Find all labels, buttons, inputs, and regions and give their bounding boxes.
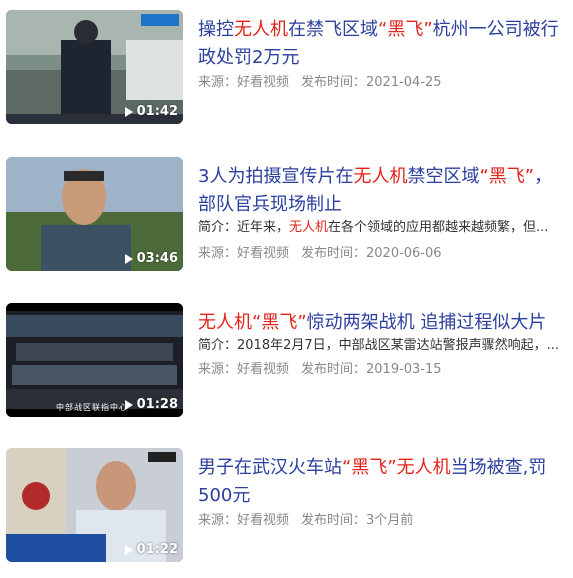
publish-time: 发布时间：2020-06-06 (301, 246, 442, 261)
publish-time: 发布时间：2019-03-15 (301, 362, 442, 377)
source-text: 来源：好看视频 (198, 513, 290, 528)
video-description: 简介：近年来，无人机在各个领域的应用都越来越频繁，但... (198, 220, 549, 235)
publish-time: 发布时间：2021-04-25 (301, 75, 442, 90)
play-icon (124, 106, 133, 117)
duration-badge: 01:28 (124, 397, 178, 412)
play-icon (124, 399, 133, 410)
video-thumbnail[interactable]: 中部战区联指中心 01:28 (6, 303, 183, 417)
source-text: 来源：好看视频 (198, 75, 290, 90)
duration-text: 03:46 (136, 251, 178, 266)
video-title[interactable]: 操控无人机在禁飞区域“黑飞”杭州一公司被行政处罚2万元 (198, 16, 568, 72)
video-result-item[interactable]: 01:22 男子在武汉火车站“黑飞”无人机当场被查,罚500元 来源：好看视频发… (0, 448, 573, 578)
video-meta: 来源：好看视频 发布时间：3个月前 (198, 512, 568, 530)
video-title[interactable]: 男子在武汉火车站“黑飞”无人机当场被查,罚500元 (198, 454, 568, 510)
duration-text: 01:22 (136, 542, 178, 557)
video-description: 简介：2018年2月7日，中部战区某雷达站警报声骤然响起，... (198, 338, 560, 353)
source-text: 来源：好看视频 (198, 246, 290, 261)
video-result-item[interactable]: 01:42 操控无人机在禁飞区域“黑飞”杭州一公司被行政处罚2万元 来源：好看视… (0, 10, 573, 140)
video-result-item[interactable]: 中部战区联指中心 01:28 无人机“黑飞”惊动两架战机 追捕过程似大片 简介：… (0, 303, 573, 433)
source-text: 来源：好看视频 (198, 362, 290, 377)
video-title[interactable]: 无人机“黑飞”惊动两架战机 追捕过程似大片 (198, 309, 568, 337)
play-icon (124, 253, 133, 264)
thumbnail-caption: 中部战区联指中心 (56, 403, 128, 412)
video-meta: 来源：好看视频 发布时间：2020-06-06 (198, 245, 568, 263)
video-meta: 来源：好看视频 发布时间：2021-04-25 (198, 74, 568, 92)
video-result-item[interactable]: 03:46 3人为拍摄宣传片在无人机禁空区域“黑飞”，部队官兵现场制止 简介：近… (0, 157, 573, 287)
duration-badge: 01:42 (124, 104, 178, 119)
video-thumbnail[interactable]: 03:46 (6, 157, 183, 271)
video-result-list: 01:42 操控无人机在禁飞区域“黑飞”杭州一公司被行政处罚2万元 来源：好看视… (0, 0, 573, 574)
duration-text: 01:42 (136, 104, 178, 119)
duration-badge: 03:46 (124, 251, 178, 266)
video-meta: 来源：好看视频 发布时间：2019-03-15 (198, 361, 568, 379)
duration-badge: 01:22 (124, 542, 178, 557)
play-icon (124, 544, 133, 555)
publish-time: 发布时间：3个月前 (301, 513, 414, 528)
video-title[interactable]: 3人为拍摄宣传片在无人机禁空区域“黑飞”，部队官兵现场制止 (198, 163, 568, 219)
video-thumbnail[interactable]: 01:22 (6, 448, 183, 562)
video-thumbnail[interactable]: 01:42 (6, 10, 183, 124)
duration-text: 01:28 (136, 397, 178, 412)
